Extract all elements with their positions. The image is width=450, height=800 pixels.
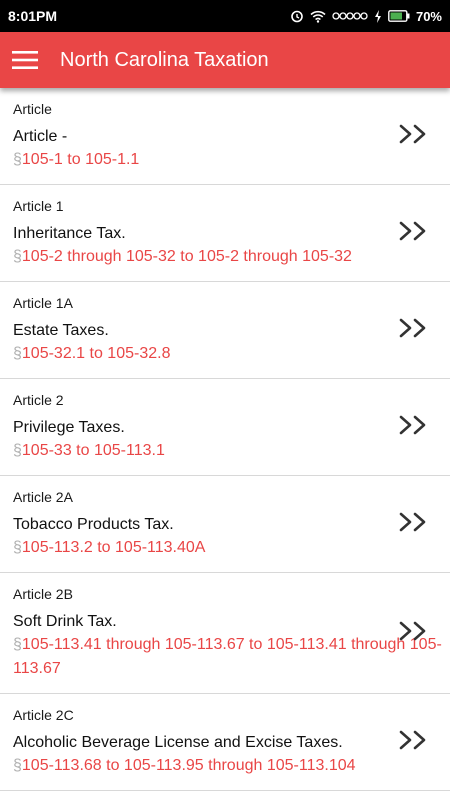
section-range: §105-32.1 to 105-32.8 — [13, 342, 442, 366]
signal-dots-icon — [332, 11, 368, 21]
article-number: Article 1 — [13, 198, 64, 214]
section-range-text: 105-113.68 to 105-113.95 through 105-113… — [21, 757, 356, 774]
charging-icon — [374, 9, 382, 23]
section-range: §105-2 through 105-32 to 105-2 through 1… — [13, 245, 442, 269]
list-item[interactable]: Article 1A Estate Taxes. §105-32.1 to 10… — [0, 282, 450, 379]
list-item[interactable]: Article 2B Soft Drink Tax. §105-113.41 t… — [0, 573, 450, 694]
hamburger-icon — [12, 51, 38, 69]
section-range: §105-33 to 105-113.1 — [13, 439, 442, 463]
double-chevron-right-icon[interactable] — [398, 510, 428, 534]
list-item[interactable]: Article 2 Privilege Taxes. §105-33 to 10… — [0, 379, 450, 476]
double-chevron-right-icon[interactable] — [398, 316, 428, 340]
double-chevron-right-icon[interactable] — [398, 413, 428, 437]
section-range-text: 105-2 through 105-32 to 105-2 through 10… — [21, 248, 352, 265]
article-title: Estate Taxes. — [13, 322, 109, 339]
wifi-icon — [310, 10, 326, 23]
section-symbol: § — [13, 636, 22, 653]
section-range-text: 105-32.1 to 105-32.8 — [21, 345, 171, 362]
double-chevron-right-icon[interactable] — [398, 219, 428, 243]
double-chevron-right-icon[interactable] — [398, 728, 428, 752]
battery-icon — [388, 10, 410, 22]
status-bar: 8:01PM 70% — [0, 0, 450, 32]
article-number: Article 2 — [13, 392, 64, 408]
section-symbol: § — [13, 757, 22, 774]
section-symbol: § — [13, 345, 22, 362]
page-title: North Carolina Taxation — [60, 48, 269, 71]
list-item[interactable]: Article 2A Tobacco Products Tax. §105-11… — [0, 476, 450, 573]
section-range-text: 105-1 to 105-1.1 — [21, 151, 140, 168]
menu-button[interactable] — [0, 32, 50, 88]
section-symbol: § — [13, 151, 22, 168]
article-title: Soft Drink Tax. — [13, 613, 117, 630]
section-range: §105-113.68 to 105-113.95 through 105-11… — [13, 754, 442, 778]
list-item[interactable]: Article 1 Inheritance Tax. §105-2 throug… — [0, 185, 450, 282]
article-number: Article 2B — [13, 586, 73, 602]
alarm-icon — [290, 9, 304, 23]
article-title: Alcoholic Beverage License and Excise Ta… — [13, 734, 343, 751]
article-number: Article 2A — [13, 489, 73, 505]
section-range: §105-113.41 through 105-113.67 to 105-11… — [13, 633, 442, 681]
section-symbol: § — [13, 248, 22, 265]
app-bar: North Carolina Taxation — [0, 32, 450, 88]
list-item[interactable]: Article 2C Alcoholic Beverage License an… — [0, 694, 450, 791]
status-icons: 70% — [290, 9, 442, 24]
article-list: Article Article - §105-1 to 105-1.1 Arti… — [0, 88, 450, 800]
article-number: Article 2C — [13, 707, 74, 723]
article-number: Article — [13, 101, 52, 117]
article-title: Article - — [13, 128, 68, 145]
section-range-text: 105-113.2 to 105-113.40A — [21, 539, 206, 556]
section-symbol: § — [13, 442, 22, 459]
article-number: Article 1A — [13, 295, 73, 311]
article-title: Privilege Taxes. — [13, 419, 125, 436]
section-range: §105-1 to 105-1.1 — [13, 148, 442, 172]
section-symbol: § — [13, 539, 22, 556]
double-chevron-right-icon[interactable] — [398, 122, 428, 146]
section-range-text: 105-33 to 105-113.1 — [21, 442, 165, 459]
battery-percent: 70% — [415, 8, 442, 24]
section-range-text: 105-113.41 through 105-113.67 to 105-113… — [13, 636, 442, 677]
double-chevron-right-icon[interactable] — [398, 619, 428, 643]
list-item[interactable]: Article Article - §105-1 to 105-1.1 — [0, 88, 450, 185]
article-title: Inheritance Tax. — [13, 225, 126, 242]
section-range: §105-113.2 to 105-113.40A — [13, 536, 442, 560]
status-time: 8:01PM — [8, 8, 58, 24]
article-title: Tobacco Products Tax. — [13, 516, 174, 533]
